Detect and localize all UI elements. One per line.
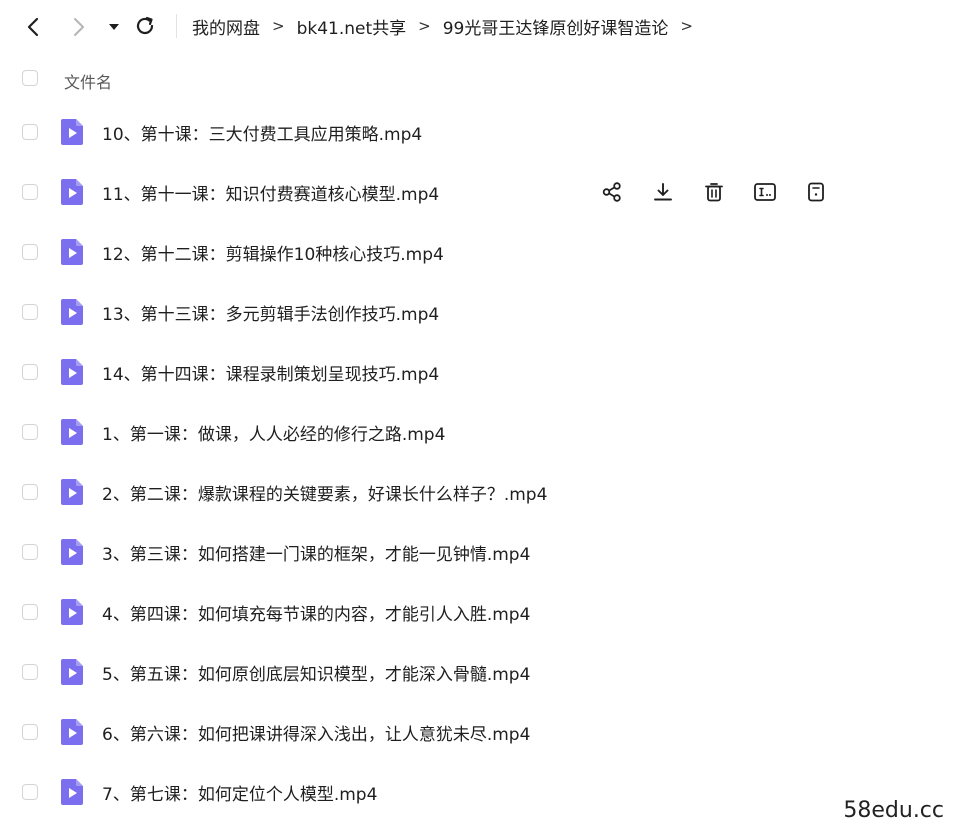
rename-button[interactable]	[751, 178, 779, 206]
file-name[interactable]: 11、第十一课：知识付费赛道核心模型.mp4	[102, 180, 439, 205]
video-file-icon	[60, 478, 84, 506]
download-button[interactable]	[649, 178, 677, 206]
file-name[interactable]: 1、第一课：做课，人人必经的修行之路.mp4	[102, 420, 445, 445]
file-row[interactable]: 4、第四课：如何填充每节课的内容，才能引人入胜.mp4	[0, 582, 960, 642]
file-select-checkbox[interactable]	[22, 244, 38, 260]
file-name[interactable]: 12、第十二课：剪辑操作10种核心技巧.mp4	[102, 240, 444, 265]
file-select-checkbox[interactable]	[22, 484, 38, 500]
details-icon	[805, 181, 827, 203]
back-button[interactable]	[20, 14, 46, 40]
file-row[interactable]: 12、第十二课：剪辑操作10种核心技巧.mp4	[0, 222, 960, 282]
file-row[interactable]: 13、第十三课：多元剪辑手法创作技巧.mp4	[0, 282, 960, 342]
video-file-icon	[60, 298, 84, 326]
file-select-checkbox[interactable]	[22, 184, 38, 200]
file-select-checkbox[interactable]	[22, 604, 38, 620]
history-dropdown-button[interactable]	[104, 14, 124, 40]
video-file-icon	[60, 718, 84, 746]
file-row[interactable]: 3、第三课：如何搭建一门课的框架，才能一见钟情.mp4	[0, 522, 960, 582]
caret-down-icon	[109, 24, 119, 30]
filename-column-header[interactable]: 文件名	[64, 69, 112, 93]
breadcrumb-separator: >	[680, 17, 693, 35]
file-name[interactable]: 7、第七课：如何定位个人模型.mp4	[102, 780, 377, 805]
file-select-checkbox[interactable]	[22, 424, 38, 440]
video-file-icon	[60, 358, 84, 386]
breadcrumb-separator: >	[272, 17, 285, 35]
file-row[interactable]: 5、第五课：如何原创底层知识模型，才能深入骨髓.mp4	[0, 642, 960, 702]
file-name[interactable]: 10、第十课：三大付费工具应用策略.mp4	[102, 120, 422, 145]
chevron-left-icon	[27, 17, 39, 37]
file-row[interactable]: 7、第七课：如何定位个人模型.mp4	[0, 762, 960, 822]
breadcrumb-item-share[interactable]: bk41.net共享	[297, 14, 407, 39]
breadcrumb-item-my-drive[interactable]: 我的网盘	[192, 14, 260, 39]
toolbar-divider	[176, 14, 177, 38]
video-file-icon	[60, 178, 84, 206]
video-file-icon	[60, 598, 84, 626]
rename-icon	[753, 181, 777, 203]
watermark: 58edu.cc	[843, 798, 944, 823]
file-select-checkbox[interactable]	[22, 664, 38, 680]
file-row[interactable]: 2、第二课：爆款课程的关键要素，好课长什么样子？.mp4	[0, 462, 960, 522]
file-row[interactable]: 10、第十课：三大付费工具应用策略.mp4	[0, 102, 960, 162]
file-row[interactable]: 11、第十一课：知识付费赛道核心模型.mp4	[0, 162, 960, 222]
file-select-checkbox[interactable]	[22, 124, 38, 140]
forward-button[interactable]	[66, 14, 92, 40]
file-name[interactable]: 6、第六课：如何把课讲得深入浅出，让人意犹未尽.mp4	[102, 720, 530, 745]
row-hover-actions	[598, 178, 853, 206]
file-name[interactable]: 5、第五课：如何原创底层知识模型，才能深入骨髓.mp4	[102, 660, 530, 685]
chevron-right-icon	[74, 18, 84, 36]
delete-button[interactable]	[700, 178, 728, 206]
select-all-checkbox[interactable]	[22, 70, 38, 86]
file-list-header: 文件名	[0, 58, 960, 100]
video-file-icon	[60, 238, 84, 266]
file-select-checkbox[interactable]	[22, 364, 38, 380]
download-icon	[652, 181, 674, 203]
share-button[interactable]	[598, 178, 626, 206]
breadcrumb: 我的网盘 > bk41.net共享 > 99光哥王达锋原创好课智造论 >	[192, 13, 705, 39]
refresh-icon	[136, 16, 154, 35]
file-name[interactable]: 2、第二课：爆款课程的关键要素，好课长什么样子？.mp4	[102, 480, 547, 505]
details-button[interactable]	[802, 178, 830, 206]
file-row[interactable]: 6、第六课：如何把课讲得深入浅出，让人意犹未尽.mp4	[0, 702, 960, 762]
video-file-icon	[60, 658, 84, 686]
breadcrumb-item-course-folder[interactable]: 99光哥王达锋原创好课智造论	[443, 14, 669, 39]
file-select-checkbox[interactable]	[22, 304, 38, 320]
file-row[interactable]: 1、第一课：做课，人人必经的修行之路.mp4	[0, 402, 960, 462]
video-file-icon	[60, 118, 84, 146]
video-file-icon	[60, 418, 84, 446]
file-name[interactable]: 3、第三课：如何搭建一门课的框架，才能一见钟情.mp4	[102, 540, 530, 565]
share-icon	[601, 181, 623, 203]
refresh-button[interactable]	[132, 13, 158, 39]
video-file-icon	[60, 538, 84, 566]
top-toolbar: 我的网盘 > bk41.net共享 > 99光哥王达锋原创好课智造论 >	[0, 0, 960, 54]
file-select-checkbox[interactable]	[22, 784, 38, 800]
file-name[interactable]: 4、第四课：如何填充每节课的内容，才能引人入胜.mp4	[102, 600, 530, 625]
file-select-checkbox[interactable]	[22, 544, 38, 560]
video-file-icon	[60, 778, 84, 806]
file-name[interactable]: 13、第十三课：多元剪辑手法创作技巧.mp4	[102, 300, 439, 325]
breadcrumb-separator: >	[418, 17, 431, 35]
delete-icon	[703, 181, 725, 203]
file-select-checkbox[interactable]	[22, 724, 38, 740]
file-row[interactable]: 14、第十四课：课程录制策划呈现技巧.mp4	[0, 342, 960, 402]
file-name[interactable]: 14、第十四课：课程录制策划呈现技巧.mp4	[102, 360, 439, 385]
